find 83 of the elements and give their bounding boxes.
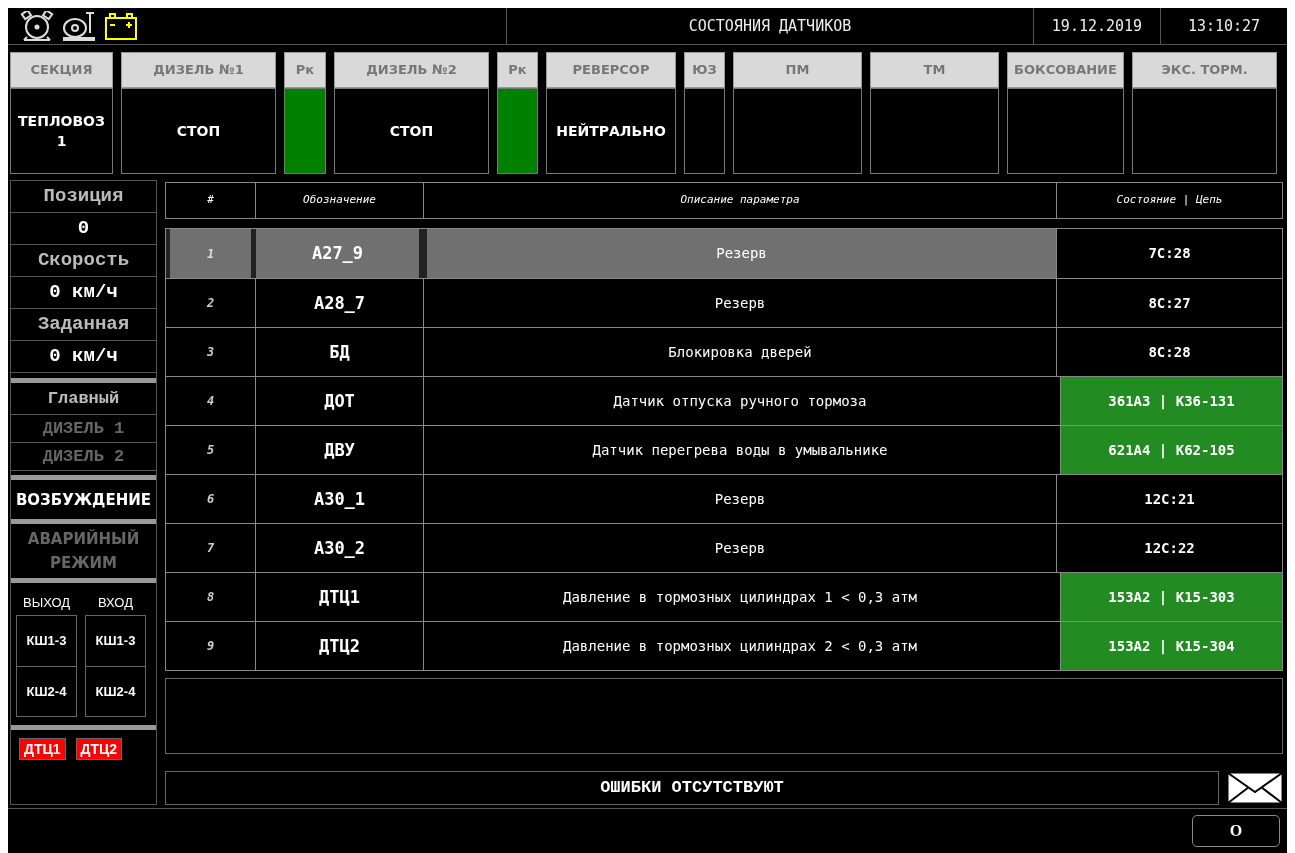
mode-button[interactable]: АВАРИЙНЫЙ РЕЖИМ [11,524,156,583]
connector-label: КШ2-4 [17,666,76,716]
tile-label: ДИЗЕЛЬ №1 [121,52,276,88]
connector-label: КШ2-4 [86,666,145,716]
tile-label: ЭКС. ТОРМ. [1132,52,1277,88]
table-cell: А30_2 [255,524,423,573]
tile-label: ПМ [733,52,862,88]
connector-heading: ВЫХОД [22,594,71,613]
group-label: Главный [11,383,156,415]
table-cell-text: 5 [205,442,216,460]
tile-value: ТЕПЛОВОЗ 1 [10,88,113,174]
table-cell-text: 9 [205,638,216,656]
engine-icon [20,11,54,41]
date-text: 19.12.2019 [1034,8,1161,44]
table-cell: ДТЦ1 [255,573,423,622]
table-row[interactable]: 6 А30_1 Резерв 12С:21 [166,474,1282,524]
table-cell: БД [255,328,423,377]
time-text: 13:10:27 [1186,15,1262,37]
diesel-item[interactable]: ДИЗЕЛЬ 2 [11,443,156,471]
reading-label: Заданная [11,309,156,341]
table-cell: ДВУ [255,426,423,475]
tile-label: СЕКЦИЯ [10,52,113,88]
status-cell: 7С:28 [1056,229,1282,279]
table-cell-text: 2 [205,295,216,313]
reading-value: 0 км/ч [11,341,156,373]
tile-label: Рк [284,52,326,88]
table-cell: А30_1 [255,475,423,524]
tile-label: БОКСОВАНИЕ [1007,52,1124,88]
table-row[interactable]: 7 А30_2 Резерв 12С:22 [166,523,1282,573]
tile-label: ДИЗЕЛЬ №2 [334,52,489,88]
column-header[interactable]: Состояние | Цепь [1056,183,1282,219]
tile-label: ЮЗ [684,52,725,88]
screen-title: СОСТОЯНИЯ ДАТЧИКОВ [507,8,1034,44]
ok-button[interactable]: О [1192,815,1280,847]
reading-value: 0 км/ч [11,277,156,309]
alarm-badge: ДТЦ2 [75,738,123,760]
diesel-item[interactable]: ДИЗЕЛЬ 1 [11,415,156,443]
status-cell: 153А2 | К15-304 [1060,622,1282,671]
table-cell-text: 8 [205,589,216,607]
column-header[interactable]: Описание параметра [423,183,1056,219]
tile-value: СТОП [121,88,276,174]
table-cell-text: 3 [205,344,216,362]
mail-icon[interactable] [1227,772,1283,804]
reading-value: 0 [11,213,156,245]
table-row[interactable]: 1 А27_9 Резерв 7С:28 [166,229,1282,279]
table-cell-text: 7 [205,540,216,558]
table-row[interactable]: 4 ДОТ Датчик отпуска ручного тормоза 361А3 | К36-131 [166,376,1282,426]
reading-label: Позиция [11,181,156,213]
battery-icon [104,11,138,41]
table-cell: Датчик отпуска ручного тормоза [423,377,1056,426]
table-row[interactable]: 3 БД Блокировка дверей 8С:28 [166,327,1282,377]
connector-label: КШ1-3 [94,632,137,651]
table-cell: А27_9 [255,229,423,279]
connector-label: КШ1-3 [25,632,68,651]
generator-icon [62,11,96,41]
table-cell: Датчик перегрева воды в умывальнике [423,426,1056,475]
tile-label: Рк [497,52,538,88]
tile-label: РЕВЕРСОР [546,52,676,88]
tile-label: ТМ [870,52,999,88]
status-cell: 621А4 | К62-105 [1060,426,1282,475]
table-cell-text: 4 [205,393,216,411]
table-row[interactable]: 8 ДТЦ1 Давление в тормозных цилиндрах 1 < 0,3 атм 153А2 | К15-303 [166,572,1282,622]
column-header[interactable]: Обозначение [255,183,423,219]
table-row[interactable]: 9 ДТЦ2 Давление в тормозных цилиндрах 2 < 0,3 атм 153А2 | К15-304 [166,621,1282,671]
column-header[interactable]: # [166,183,255,219]
tile-value: СТОП [334,88,489,174]
mode-button[interactable]: ВОЗБУЖДЕНИЕ [11,480,156,524]
table-cell-text: 6 [205,491,216,509]
status-cell: 361А3 | К36-131 [1060,377,1282,426]
table-cell: 1 [166,229,255,279]
table-row[interactable]: 2 А28_7 Резерв 8С:27 [166,278,1282,328]
alarm-badge: ДТЦ1 [19,738,66,760]
reading-label: Скорость [11,245,156,277]
table-cell: А28_7 [255,279,423,328]
table-cell: ДТЦ2 [255,622,423,671]
status-cell: 153А2 | К15-303 [1060,573,1282,622]
table-cell: Давление в тормозных цилиндрах 1 < 0,3 атм [423,573,1056,622]
table-cell: Давление в тормозных цилиндрах 2 < 0,3 атм [423,622,1056,671]
error-status: ОШИБКИ ОТСУТСТВУЮТ [165,771,1219,805]
connector-heading: ВХОД [98,594,133,613]
table-cell: ДОТ [255,377,423,426]
table-row[interactable]: 5 ДВУ Датчик перегрева воды в умывальнике 621А4 | К62-105 [166,425,1282,475]
tile-value: НЕЙТРАЛЬНО [546,88,676,174]
